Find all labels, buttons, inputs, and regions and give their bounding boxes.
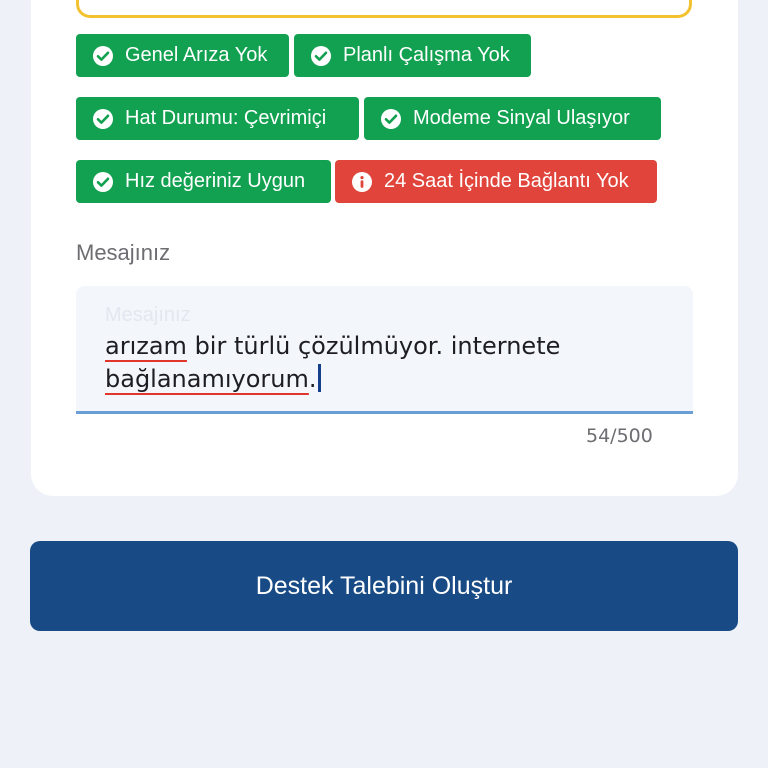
info-circle-icon (352, 171, 372, 192)
status-chip-label: Hat Durumu: Çevrimiçi (125, 107, 327, 129)
text-caret (317, 364, 321, 392)
create-support-request-button[interactable]: Destek Talebini Oluştur (30, 541, 738, 631)
status-chip-no-connection-24h: 24 Saat İçinde Bağlantı Yok (335, 160, 657, 203)
message-label: Mesajınız (76, 240, 171, 265)
status-chip-modem-signal: Modeme Sinyal Ulaşıyor (364, 97, 661, 140)
status-chip-label: 24 Saat İçinde Bağlantı Yok (384, 170, 629, 192)
status-chip-label: Genel Arıza Yok (125, 44, 268, 66)
message-text-part: . (308, 365, 317, 393)
status-chip-speed: Hız değeriniz Uygun (76, 160, 331, 203)
status-chip-label: Planlı Çalışma Yok (343, 44, 510, 66)
check-circle-icon (93, 45, 113, 66)
message-text-part: bir türlü çözülmüyor. internete (186, 332, 561, 360)
message-textarea[interactable]: Mesajınız arızam bir türlü çözülmüyor. i… (76, 286, 693, 414)
check-circle-icon (93, 108, 113, 129)
misspelled-word[interactable]: bağlanamıyorum (105, 365, 309, 393)
check-circle-icon (311, 45, 331, 66)
message-placeholder: Mesajınız (105, 304, 191, 326)
status-chip-label: Modeme Sinyal Ulaşıyor (413, 107, 630, 129)
status-chip-line-status: Hat Durumu: Çevrimiçi (76, 97, 359, 140)
check-circle-icon (381, 108, 401, 129)
submit-button-label: Destek Talebini Oluştur (255, 571, 513, 600)
status-chip-label: Hız değeriniz Uygun (125, 170, 306, 192)
character-counter: 54/500 (586, 425, 653, 447)
previous-input-field[interactable] (76, 0, 692, 18)
misspelled-word[interactable]: arızam (105, 332, 187, 360)
message-text: arızam bir türlü çözülmüyor. internete b… (105, 330, 675, 396)
status-chip-planned-work: Planlı Çalışma Yok (294, 34, 531, 77)
check-circle-icon (93, 171, 113, 192)
status-chip-general-outage: Genel Arıza Yok (76, 34, 289, 77)
